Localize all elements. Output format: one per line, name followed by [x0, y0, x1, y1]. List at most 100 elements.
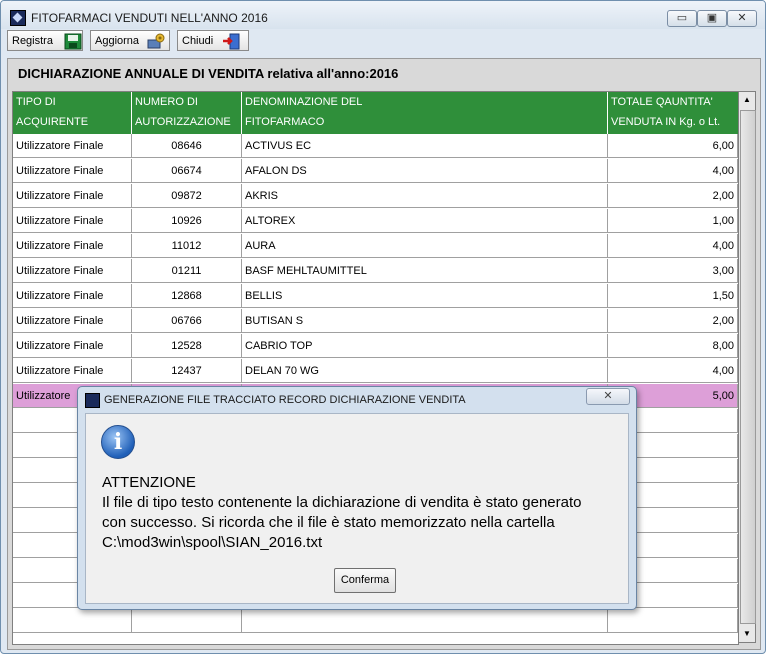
message-line: Il file di tipo testo contenente la dich…: [102, 494, 582, 511]
register-button[interactable]: Registra: [7, 30, 83, 51]
table-cell-auth: [132, 609, 242, 633]
close-button[interactable]: ✕: [727, 10, 757, 27]
table-row[interactable]: Utilizzatore Finale 01211 BASF MEHLTAUMITT…: [13, 259, 738, 284]
table-row[interactable]: Utilizzatore Finale 11012 AURA 4,00: [13, 234, 738, 259]
table-cell-name: AKRIS: [242, 184, 608, 208]
table-cell-auth: 11012: [132, 234, 242, 258]
table-cell-name: ACTIVUS EC: [242, 134, 608, 158]
table-cell-name: AFALON DS: [242, 159, 608, 183]
table-row[interactable]: Utilizzatore Finale 06674 AFALON DS 4,00: [13, 159, 738, 184]
floppy-save-icon: [64, 33, 82, 50]
table-cell-name: [242, 609, 608, 633]
table-cell-buyer: Utilizzatore Finale: [13, 184, 132, 208]
table-row[interactable]: [13, 609, 738, 634]
table-cell-qty: 4,00: [608, 159, 738, 183]
message-title: ATTENZIONE: [102, 474, 196, 491]
table-cell-buyer: Utilizzatore Finale: [13, 284, 132, 308]
table-cell-qty: 1,50: [608, 284, 738, 308]
table-cell-buyer: Utilizzatore Finale: [13, 234, 132, 258]
dialog-app-icon: [85, 393, 100, 408]
table-cell-auth: 06766: [132, 309, 242, 333]
header-text: VENDUTA IN Kg. o Lt.: [611, 116, 721, 128]
scroll-down-icon[interactable]: ▼: [740, 627, 754, 641]
table-cell-auth: 12868: [132, 284, 242, 308]
table-cell-auth: 08646: [132, 134, 242, 158]
confirm-button[interactable]: Conferma: [334, 568, 396, 593]
table-cell-auth: 06674: [132, 159, 242, 183]
header-total-quantity[interactable]: TOTALE QAUNTITA' VENDUTA IN Kg. o Lt.: [608, 92, 738, 134]
table-cell-buyer: [13, 609, 132, 633]
table-cell-name: BUTISAN S: [242, 309, 608, 333]
header-buyer-type[interactable]: TIPO DI ACQUIRENTE: [13, 92, 132, 134]
header-text: AUTORIZZAZIONE: [135, 116, 231, 128]
table-cell-auth: 01211: [132, 259, 242, 283]
message-line: C:\mod3win\spool\SIAN_2016.txt: [102, 534, 323, 551]
header-text: TIPO DI: [16, 96, 56, 108]
message-line: con successo. Si ricorda che il file è s…: [102, 514, 555, 531]
table-row[interactable]: Utilizzatore Finale 08646 ACTIVUS EC 6,00: [13, 134, 738, 159]
table-cell-qty: 2,00: [608, 309, 738, 333]
table-cell-auth: 09872: [132, 184, 242, 208]
header-text: TOTALE QAUNTITA': [611, 96, 713, 108]
header-text: FITOFARMACO: [245, 116, 325, 128]
table-row[interactable]: Utilizzatore Finale 06766 BUTISAN S 2,00: [13, 309, 738, 334]
table-cell-buyer: Utilizzatore Finale: [13, 309, 132, 333]
table-cell-buyer: Utilizzatore Finale: [13, 334, 132, 358]
table-cell-buyer: Utilizzatore Finale: [13, 259, 132, 283]
table-cell-buyer: Utilizzatore Finale: [13, 159, 132, 183]
info-icon: i: [101, 425, 135, 459]
table-cell-name: AURA: [242, 234, 608, 258]
minimize-button[interactable]: ▭: [667, 10, 697, 27]
header-text: ACQUIRENTE: [16, 116, 89, 128]
close-label: Chiudi: [182, 35, 214, 47]
update-button[interactable]: Aggiorna: [90, 30, 170, 51]
exit-door-icon: [223, 33, 240, 50]
header-auth-number[interactable]: NUMERO DI AUTORIZZAZIONE: [132, 92, 242, 134]
table-cell-auth: 12528: [132, 334, 242, 358]
table-cell-buyer: Utilizzatore Finale: [13, 359, 132, 383]
table-cell-buyer: Utilizzatore Finale: [13, 134, 132, 158]
close-toolbar-button[interactable]: Chiudi: [177, 30, 249, 51]
header-product-name[interactable]: DENOMINAZIONE DEL FITOFARMACO: [242, 92, 608, 134]
table-cell-qty: 4,00: [608, 359, 738, 383]
vertical-scrollbar[interactable]: ▲ ▼: [738, 91, 756, 643]
table-row[interactable]: Utilizzatore Finale 12868 BELLIS 1,50: [13, 284, 738, 309]
table-cell-auth: 12437: [132, 359, 242, 383]
table-cell-qty: 6,00: [608, 134, 738, 158]
table-row[interactable]: Utilizzatore Finale 12528 CABRIO TOP 8,00: [13, 334, 738, 359]
window-title: FITOFARMACI VENDUTI NELL'ANNO 2016: [31, 11, 268, 25]
table-cell-name: BELLIS: [242, 284, 608, 308]
table-cell-name: CABRIO TOP: [242, 334, 608, 358]
update-label: Aggiorna: [95, 35, 140, 47]
maximize-button[interactable]: ▣: [697, 10, 727, 27]
dialog-title: GENERAZIONE FILE TRACCIATO RECORD DICHIA…: [104, 394, 466, 406]
page-title: DICHIARAZIONE ANNUALE DI VENDITA relativ…: [18, 66, 399, 81]
table-cell-qty: 2,00: [608, 184, 738, 208]
table-cell-auth: 10926: [132, 209, 242, 233]
table-cell-name: ALTOREX: [242, 209, 608, 233]
table-cell-qty: 3,00: [608, 259, 738, 283]
table-cell-buyer: Utilizzatore Finale: [13, 209, 132, 233]
scroll-up-icon[interactable]: ▲: [740, 93, 754, 107]
register-label: Registra: [12, 35, 53, 47]
table-row[interactable]: Utilizzatore Finale 10926 ALTOREX 1,00: [13, 209, 738, 234]
table-cell-name: DELAN 70 WG: [242, 359, 608, 383]
table-cell-qty: 8,00: [608, 334, 738, 358]
header-text: NUMERO DI: [135, 96, 198, 108]
table-cell-qty: 1,00: [608, 209, 738, 233]
message-dialog: GENERAZIONE FILE TRACCIATO RECORD DICHIA…: [77, 386, 637, 610]
table-cell-name: BASF MEHLTAUMITTEL: [242, 259, 608, 283]
dialog-body: i ATTENZIONE Il file di tipo testo conte…: [85, 413, 629, 604]
table-header: TIPO DI ACQUIRENTE NUMERO DI AUTORIZZAZI…: [13, 92, 738, 134]
header-text: DENOMINAZIONE DEL: [245, 96, 363, 108]
table-cell-qty: 4,00: [608, 234, 738, 258]
table-row[interactable]: Utilizzatore Finale 12437 DELAN 70 WG 4,00: [13, 359, 738, 384]
main-window: FITOFARMACI VENDUTI NELL'ANNO 2016 ▭ ▣ ✕…: [0, 0, 766, 654]
scroll-thumb[interactable]: [740, 110, 756, 624]
table-cell-qty: [608, 609, 738, 633]
dialog-close-button[interactable]: ✕: [586, 388, 630, 405]
table-row[interactable]: Utilizzatore Finale 09872 AKRIS 2,00: [13, 184, 738, 209]
app-icon: [10, 10, 26, 26]
title-bar[interactable]: FITOFARMACI VENDUTI NELL'ANNO 2016 ▭ ▣ ✕: [1, 1, 765, 29]
refresh-tools-icon: [147, 33, 165, 49]
